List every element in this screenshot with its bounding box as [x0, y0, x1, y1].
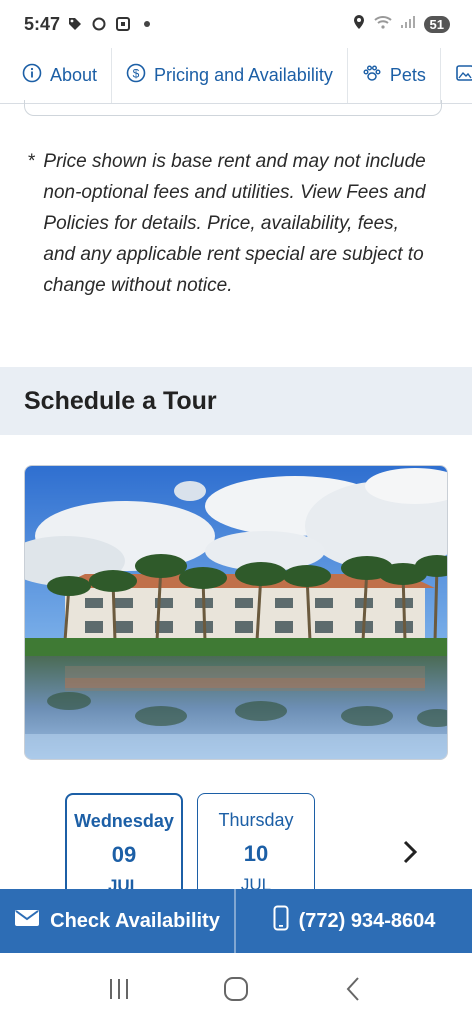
- screenshot-icon: [114, 15, 132, 33]
- info-icon: [22, 63, 42, 88]
- call-phone-button[interactable]: (772) 934-8604: [236, 889, 472, 953]
- section-title: Schedule a Tour: [24, 386, 217, 415]
- price-disclaimer: * Price shown is base rent and may not i…: [28, 146, 428, 301]
- disclaimer-bullet: *: [28, 151, 36, 172]
- sync-icon: [90, 15, 108, 33]
- property-photo[interactable]: [24, 465, 448, 760]
- tab-pricing-and-availability[interactable]: $ Pricing and Availability: [112, 48, 348, 103]
- home-button[interactable]: [216, 969, 256, 1009]
- status-left: 5:47: [24, 14, 156, 35]
- tab-about[interactable]: About: [0, 48, 113, 103]
- back-icon: [346, 976, 360, 1001]
- section-tabs: About $ Pricing and Availability Pets: [0, 48, 472, 104]
- date-option[interactable]: Thursday 10 JUL: [197, 793, 315, 903]
- svg-text:$: $: [133, 67, 140, 81]
- tab-about-label: About: [50, 65, 98, 85]
- date-dow: Wednesday: [74, 811, 174, 831]
- status-time: 5:47: [24, 13, 61, 34]
- wifi-icon: [373, 15, 392, 34]
- signal-icon: [400, 15, 416, 34]
- status-bar: 5:47 51: [0, 0, 472, 48]
- disclaimer-text: Price shown is base rent and may not inc…: [43, 151, 426, 296]
- location-icon: [352, 14, 366, 35]
- date-dow: Thursday: [218, 810, 294, 830]
- battery-indicator: 51: [423, 15, 450, 33]
- phone-icon: [273, 905, 289, 937]
- image-icon: [455, 63, 472, 88]
- envelope-icon: [14, 908, 40, 934]
- schedule-tour-header: Schedule a Tour: [0, 367, 472, 435]
- next-dates-button[interactable]: [396, 834, 424, 870]
- tab-pricing-label: Pricing and Availability: [154, 65, 333, 85]
- date-option-selected[interactable]: Wednesday 09 JUL: [65, 793, 183, 903]
- check-availability-button[interactable]: Check Availability: [0, 889, 236, 953]
- check-availability-label: Check Availability: [50, 909, 220, 932]
- recents-button[interactable]: [99, 969, 139, 1009]
- recents-icon: [109, 978, 128, 999]
- phone-number: (772) 934-8604: [298, 909, 436, 932]
- dollar-icon: $: [126, 63, 146, 88]
- property-photo-illustration: [25, 466, 447, 759]
- status-right: 51: [352, 14, 450, 35]
- chevron-right-icon: [403, 840, 418, 864]
- pricing-card-edge: [24, 100, 442, 116]
- back-button[interactable]: [333, 969, 373, 1009]
- tour-date-picker: Wednesday 09 JUL Thursday 10 JUL: [65, 793, 315, 903]
- tab-pets[interactable]: Pets: [348, 48, 441, 103]
- tab-photos[interactable]: [441, 48, 472, 103]
- dot-icon: [138, 15, 156, 33]
- system-nav-bar: [0, 953, 472, 1024]
- home-icon: [223, 976, 248, 1001]
- date-day: 10: [243, 841, 269, 866]
- paw-icon: [362, 63, 382, 88]
- tab-pets-label: Pets: [389, 65, 426, 85]
- cta-bar: Check Availability (772) 934-8604: [0, 889, 472, 953]
- date-day: 09: [111, 842, 137, 867]
- tag-icon: [66, 15, 84, 33]
